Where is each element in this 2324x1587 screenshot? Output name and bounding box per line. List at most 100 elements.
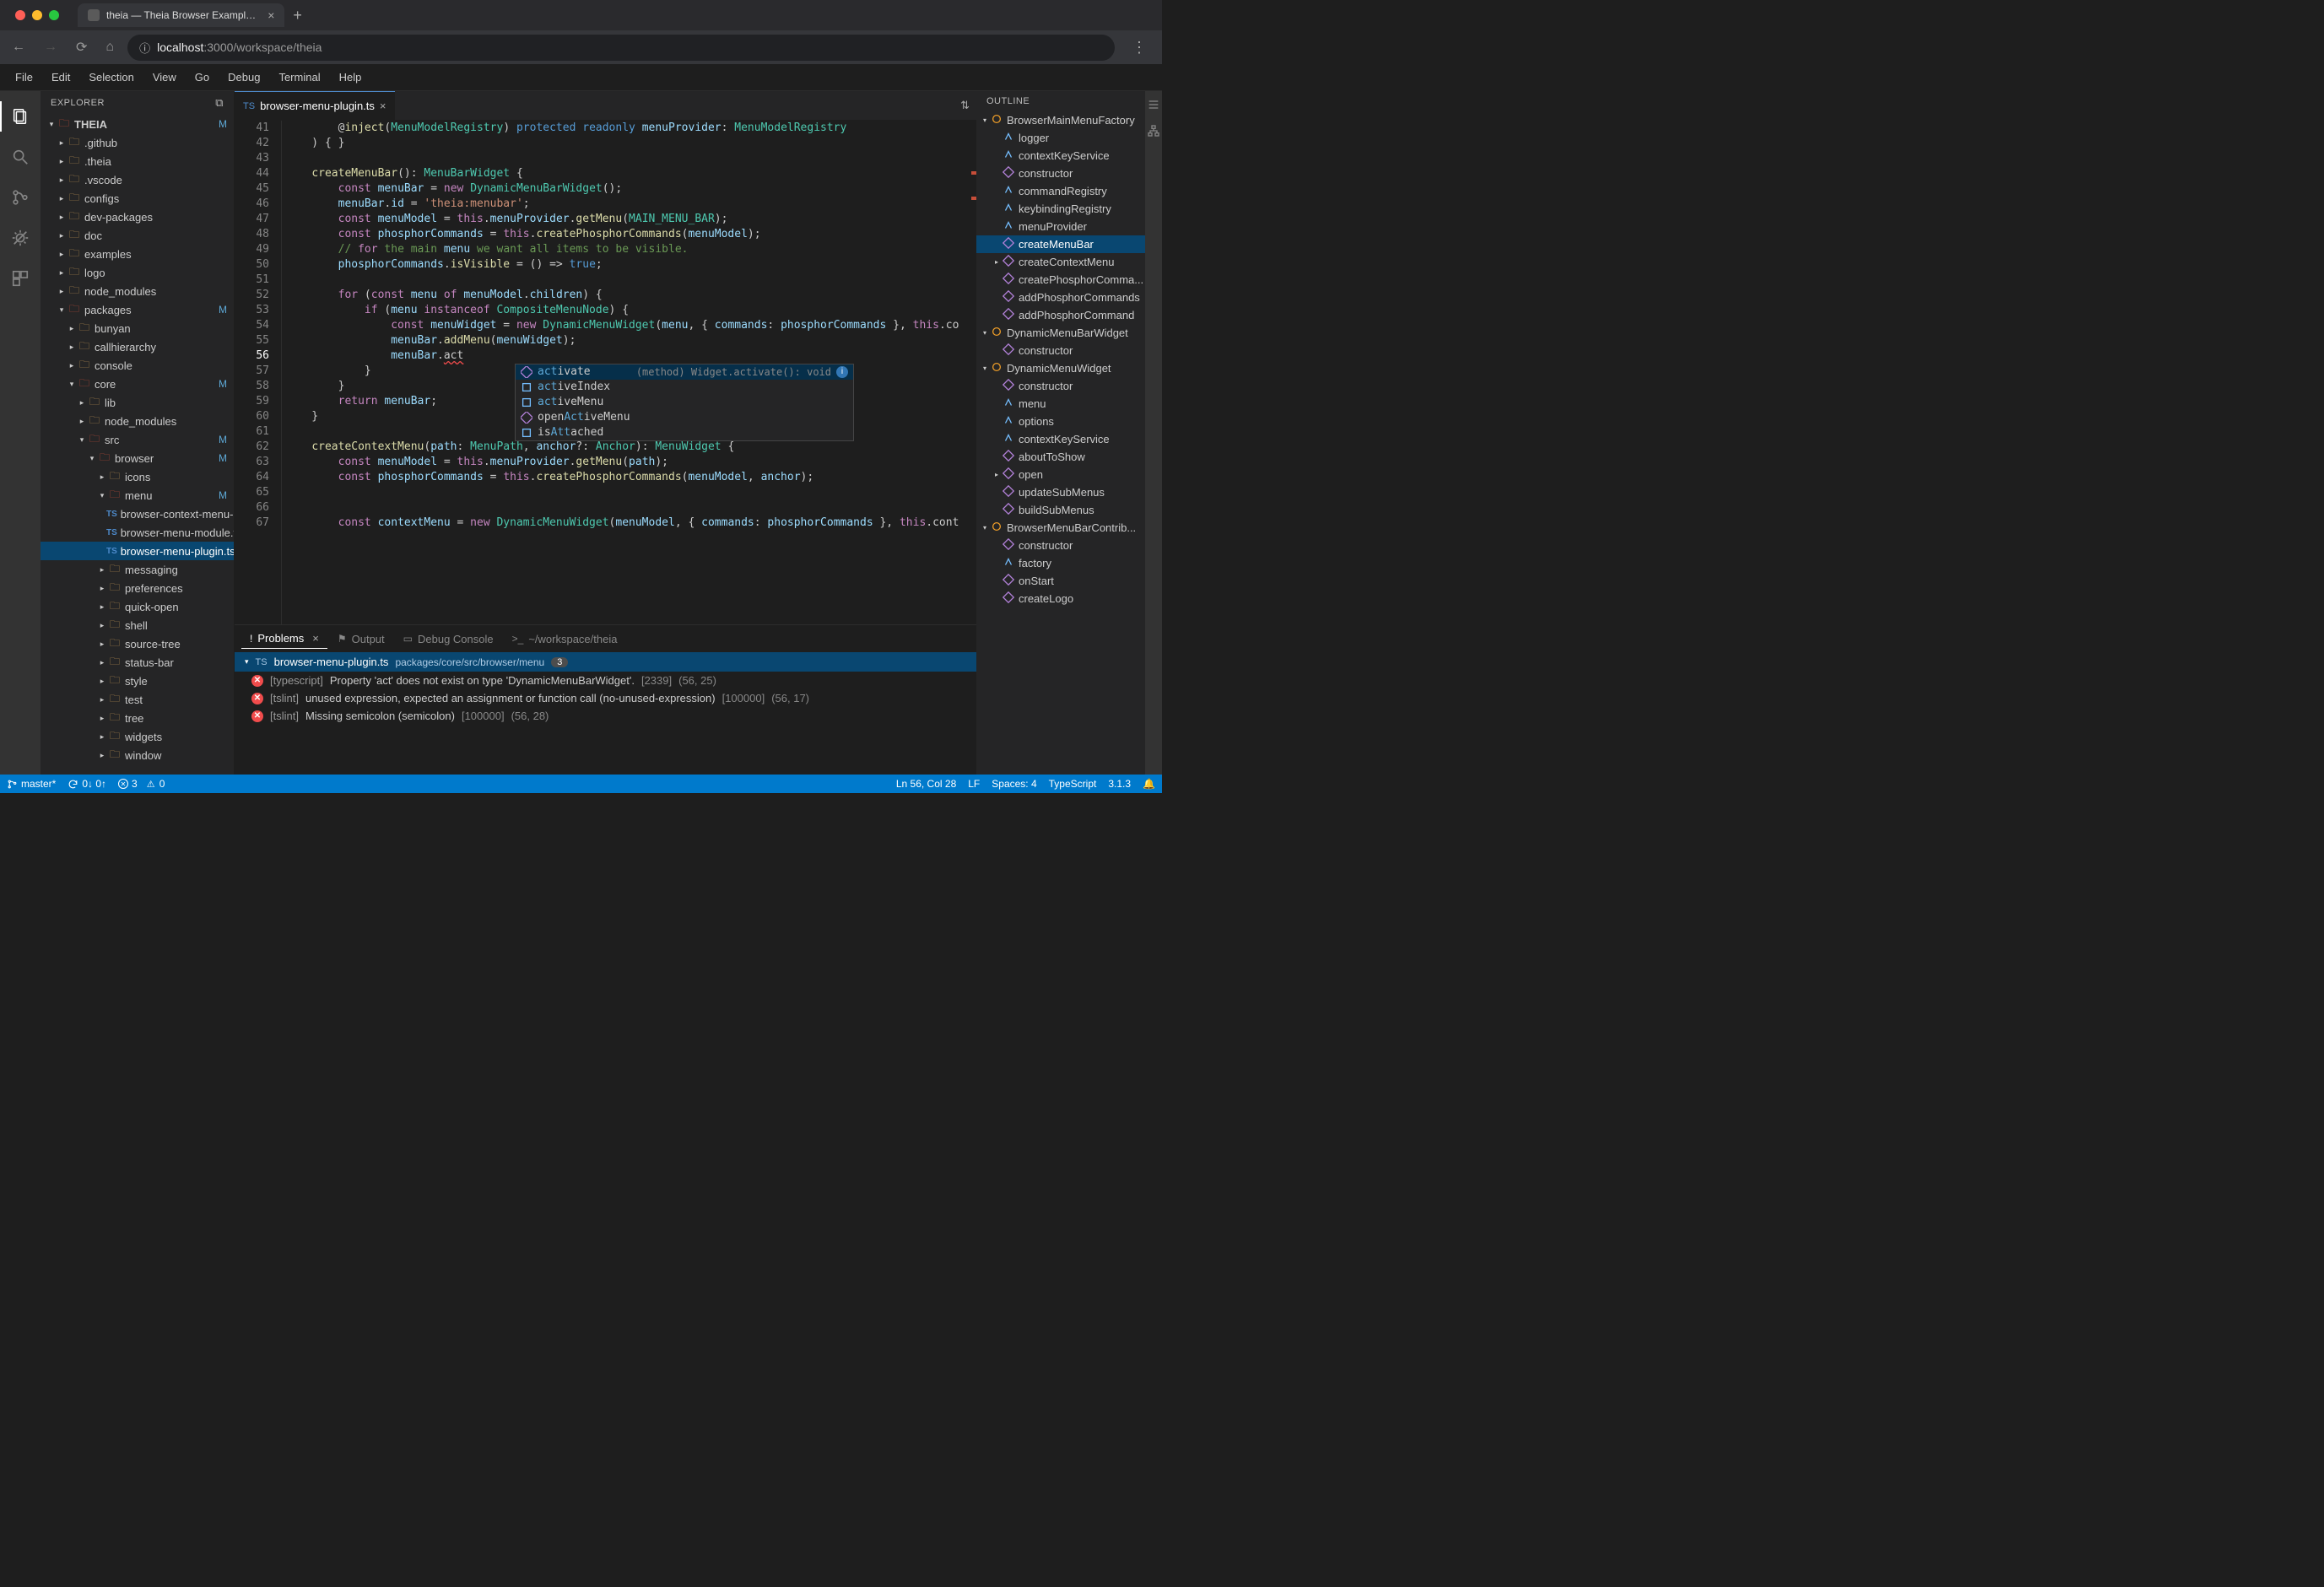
new-tab-button[interactable]: + [293,7,302,24]
window-controls[interactable] [7,10,68,20]
menubar-item-help[interactable]: Help [331,67,370,87]
file-tree-folder[interactable]: ▾🗀packagesM [41,300,234,319]
code-line[interactable]: @inject(MenuModelRegistry) protected rea… [282,121,965,136]
file-tree-folder[interactable]: ▸🗀console [41,356,234,375]
file-tree-file[interactable]: TSbrowser-menu-module.ts [41,523,234,542]
code-line[interactable] [282,273,965,288]
code-line[interactable]: phosphorCommands.isVisible = () => true; [282,257,965,273]
suggest-item[interactable]: activeIndex [516,380,853,395]
menubar-item-go[interactable]: Go [186,67,218,87]
activity-scm[interactable] [0,179,41,216]
file-tree-folder[interactable]: ▸🗀preferences [41,579,234,597]
outline-item[interactable]: factory [976,554,1145,572]
status-sync[interactable]: 0↓ 0↑ [68,778,106,790]
file-tree-folder[interactable]: ▸🗀doc [41,226,234,245]
code-line[interactable]: menuBar.id = 'theia:menubar'; [282,197,965,212]
file-tree-folder[interactable]: ▸🗀logo [41,263,234,282]
file-tree-folder[interactable]: ▾🗀menuM [41,486,234,505]
outline-item[interactable]: createPhosphorComma... [976,271,1145,289]
menubar-item-view[interactable]: View [144,67,185,87]
file-tree-file[interactable]: TSbrowser-context-menu-r... [41,505,234,523]
file-tree-folder[interactable]: ▸🗀quick-open [41,597,234,616]
editor-tab-active[interactable]: TS browser-menu-plugin.ts × [235,91,395,121]
outline-item[interactable]: constructor [976,165,1145,182]
code-line[interactable]: // for the main menu we want all items t… [282,242,965,257]
code-line[interactable]: createContextMenu(path: MenuPath, anchor… [282,440,965,455]
file-tree-folder[interactable]: ▸🗀bunyan [41,319,234,337]
browser-menu-button[interactable]: ⋮ [1123,39,1155,57]
panel-tab-output[interactable]: ⚑Output [329,629,393,649]
outline-item[interactable]: addPhosphorCommands [976,289,1145,306]
code-line[interactable]: for (const menu of menuModel.children) { [282,288,965,303]
suggest-widget[interactable]: activate(method) Widget.activate(): void… [515,364,854,441]
activity-explorer[interactable] [0,98,41,135]
suggest-item[interactable]: activeMenu [516,395,853,410]
file-tree-folder[interactable]: ▸🗀node_modules [41,282,234,300]
outline-item[interactable]: options [976,413,1145,430]
file-tree-folder[interactable]: ▸🗀widgets [41,727,234,746]
suggest-item[interactable]: openActiveMenu [516,410,853,425]
outline-item[interactable]: logger [976,129,1145,147]
outline-item[interactable]: updateSubMenus [976,483,1145,501]
code-line[interactable]: const menuWidget = new DynamicMenuWidget… [282,318,965,333]
activity-search[interactable] [0,138,41,175]
close-window[interactable] [15,10,25,20]
reload-button[interactable]: ⟳ [71,35,92,59]
code-line[interactable]: const menuBar = new DynamicMenuBarWidget… [282,181,965,197]
outline-item[interactable]: addPhosphorCommand [976,306,1145,324]
problems-file-row[interactable]: ▾ TS browser-menu-plugin.ts packages/cor… [235,652,976,672]
status-errors[interactable]: ✕ 3 ⚠ 0 [118,778,165,790]
suggest-item[interactable]: activate(method) Widget.activate(): void… [516,364,853,380]
split-editor-icon[interactable]: ⇅ [960,99,970,112]
file-tree-folder[interactable]: ▸🗀.vscode [41,170,234,189]
outline-item[interactable]: createMenuBar [976,235,1145,253]
file-tree-folder[interactable]: ▾🗀coreM [41,375,234,393]
outline-item[interactable]: buildSubMenus [976,501,1145,519]
code-line[interactable]: ) { } [282,136,965,151]
file-tree-folder[interactable]: ▸🗀messaging [41,560,234,579]
file-tree-folder[interactable]: ▸🗀.theia [41,152,234,170]
file-tree-folder[interactable]: ▸🗀source-tree [41,634,234,653]
file-tree-folder[interactable]: ▸🗀shell [41,616,234,634]
outline-item[interactable]: ▾BrowserMenuBarContrib... [976,519,1145,537]
file-tree-folder[interactable]: ▸🗀window [41,746,234,764]
outline-item[interactable]: contextKeyService [976,147,1145,165]
forward-button[interactable]: → [39,36,62,58]
panel-tab-debug-console[interactable]: ▭Debug Console [395,629,502,649]
file-tree-folder[interactable]: ▸🗀icons [41,467,234,486]
file-tree-folder[interactable]: ▸🗀tree [41,709,234,727]
home-button[interactable]: ⌂ [100,36,119,58]
menubar-item-terminal[interactable]: Terminal [270,67,328,87]
file-tree-folder[interactable]: ▸🗀status-bar [41,653,234,672]
menubar-item-debug[interactable]: Debug [219,67,268,87]
address-bar[interactable]: ⓘ localhost:3000/workspace/theia [127,35,1115,61]
file-tree-folder[interactable]: ▸🗀test [41,690,234,709]
status-version[interactable]: 3.1.3 [1108,778,1131,790]
outline-item[interactable]: constructor [976,342,1145,359]
outline-item[interactable]: contextKeyService [976,430,1145,448]
file-tree-folder[interactable]: ▸🗀node_modules [41,412,234,430]
outline-item[interactable]: ▸open [976,466,1145,483]
file-tree-folder[interactable]: ▸🗀configs [41,189,234,208]
status-language[interactable]: TypeScript [1049,778,1097,790]
outline-item[interactable]: aboutToShow [976,448,1145,466]
file-tree-folder[interactable]: ▸🗀lib [41,393,234,412]
close-tab-icon[interactable]: × [268,8,274,22]
maximize-window[interactable] [49,10,59,20]
code-line[interactable]: if (menu instanceof CompositeMenuNode) { [282,303,965,318]
explorer-root[interactable]: ▾ 🗀 THEIA M [41,115,234,133]
file-tree-folder[interactable]: ▾🗀srcM [41,430,234,449]
outline-item[interactable]: constructor [976,537,1145,554]
code-line[interactable]: const phosphorCommands = this.createPhos… [282,470,965,485]
file-tree-folder[interactable]: ▾🗀browserM [41,449,234,467]
code-line[interactable] [282,151,965,166]
outline-item[interactable]: menuProvider [976,218,1145,235]
outline-item[interactable]: menu [976,395,1145,413]
outline-item[interactable]: onStart [976,572,1145,590]
code-line[interactable] [282,500,965,516]
outline-item[interactable]: ▸createContextMenu [976,253,1145,271]
file-tree-folder[interactable]: ▸🗀style [41,672,234,690]
outline-item[interactable]: createLogo [976,590,1145,607]
browser-tab[interactable]: theia — Theia Browser Exampl… × [78,3,284,27]
status-eol[interactable]: LF [968,778,980,790]
